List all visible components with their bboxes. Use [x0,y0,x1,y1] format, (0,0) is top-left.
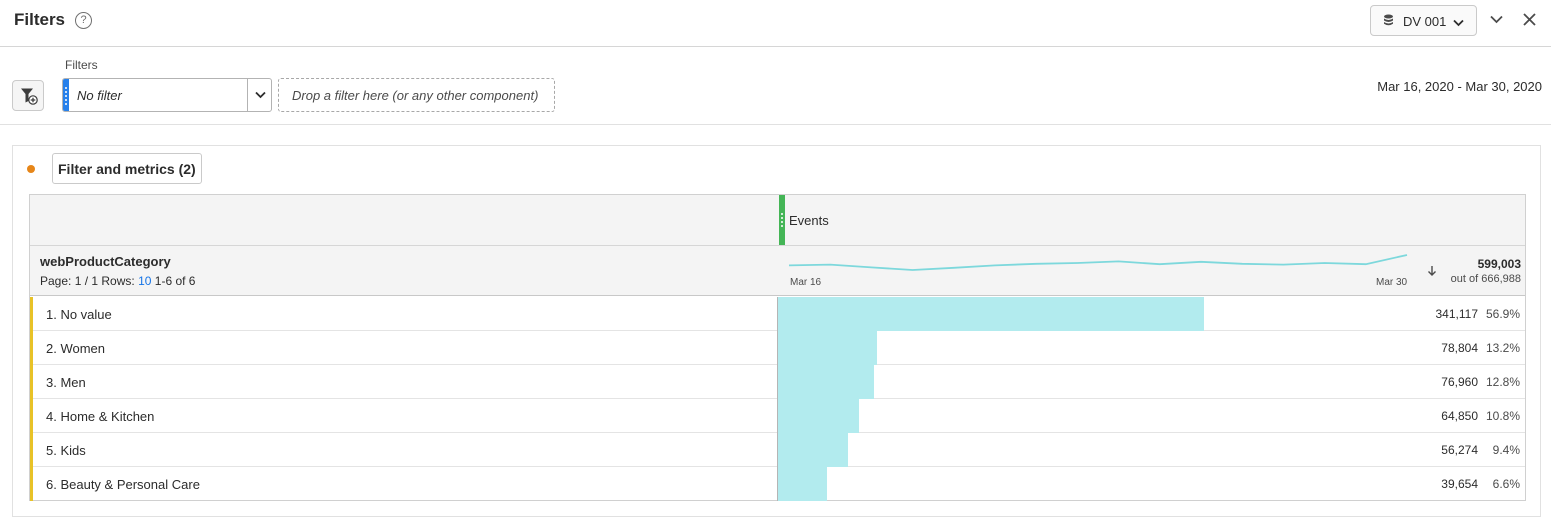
sparkline-end-label: Mar 30 [1376,277,1408,288]
table-row[interactable]: 4. Home & Kitchen 64,850 10.8% [30,399,1525,433]
row-label[interactable]: 3. Men [46,375,86,390]
rows-label: Rows: [101,274,135,288]
page-title: Filters [14,10,66,29]
drag-handle[interactable] [63,79,69,111]
metric-bar [778,297,1204,331]
metric-cell[interactable]: 64,850 10.8% [777,399,1525,433]
panel-header: Filters ? DV 001 [0,0,1551,47]
add-filter-button[interactable] [12,80,44,111]
row-accent [30,365,33,399]
metric-total: 599,003 [1477,257,1521,271]
dimension-header: webProductCategory Page: 1 / 1 Rows: 10 … [30,246,1525,296]
table-row[interactable]: 1. No value 341,117 56.9% [30,297,1525,331]
rows-per-page-link[interactable]: 10 [138,274,151,288]
row-accent [30,399,33,433]
metric-drag-handle[interactable] [779,195,785,245]
row-label[interactable]: 2. Women [46,341,105,356]
row-accent [30,467,33,501]
dataview-selector-button[interactable]: DV 001 [1370,5,1477,36]
metric-cell[interactable]: 76,960 12.8% [777,365,1525,399]
row-label[interactable]: 1. No value [46,307,112,322]
metric-bar [778,399,859,433]
close-icon[interactable] [1522,12,1537,32]
row-label[interactable]: 4. Home & Kitchen [46,409,154,424]
row-accent [30,331,33,365]
metric-bar [778,433,848,467]
collapse-icon[interactable] [1489,12,1504,32]
metric-cell[interactable]: 341,117 56.9% [777,297,1525,331]
metric-percent: 6.6% [1492,477,1520,491]
table-row[interactable]: 5. Kids 56,274 9.4% [30,433,1525,467]
metric-column-header: Events [30,195,1525,246]
metric-name[interactable]: Events [789,213,829,228]
filter-drop-zone[interactable]: Drop a filter here (or any other compone… [278,78,555,112]
pagination-info: Page: 1 / 1 Rows: 10 1-6 of 6 [40,274,195,288]
status-dot [27,165,35,173]
filters-label: Filters [65,58,98,72]
metric-percent: 56.9% [1485,307,1520,321]
sparkline-path [788,254,1408,271]
table-row[interactable]: 2. Women 78,804 13.2% [30,331,1525,365]
metric-value: 341,117 [1435,307,1479,321]
metric-cell[interactable]: 56,274 9.4% [777,433,1525,467]
metric-value: 39,654 [1441,477,1478,491]
panel-title[interactable]: Filter and metrics (2) [52,153,202,184]
filter-add-icon [21,88,38,105]
trend-sparkline [788,254,1408,271]
filter-bar: Filters No filter Drop a filter here (or… [0,47,1551,125]
metric-total-of: out of 666,988 [1450,273,1521,285]
table-row[interactable]: 6. Beauty & Personal Care 39,654 6.6% [30,467,1525,501]
help-icon[interactable]: ? [75,12,92,29]
metric-bar [778,365,874,399]
metric-value: 78,804 [1441,341,1478,355]
date-range[interactable]: Mar 16, 2020 - Mar 30, 2020 [1377,79,1542,94]
metric-value: 64,850 [1441,409,1478,423]
metric-bar [778,467,827,501]
filter-dropdown[interactable]: No filter [62,78,272,112]
range-label: 1-6 of 6 [154,274,196,288]
page-label: Page: 1 / 1 [40,274,99,288]
sparkline-start-label: Mar 16 [790,277,822,288]
sort-descending-icon[interactable] [1427,264,1437,282]
metric-percent: 12.8% [1485,375,1520,389]
metric-bar [778,331,877,365]
metric-percent: 9.4% [1492,443,1520,457]
row-accent [30,433,33,467]
row-accent [30,297,33,331]
table-row[interactable]: 3. Men 76,960 12.8% [30,365,1525,399]
row-label[interactable]: 6. Beauty & Personal Care [46,477,200,492]
dataview-label: DV 001 [1403,14,1447,29]
metric-cell[interactable]: 39,654 6.6% [777,467,1525,501]
metric-value: 76,960 [1441,375,1478,389]
metric-percent: 13.2% [1485,341,1520,355]
chevron-down-icon [255,91,266,99]
row-label[interactable]: 5. Kids [46,443,86,458]
dimension-name[interactable]: webProductCategory [40,254,171,269]
metric-percent: 10.8% [1485,409,1520,423]
database-icon [1383,14,1394,29]
chevron-down-icon [1453,15,1464,30]
freeform-panel: Filter and metrics (2) Events webProduct… [12,145,1541,517]
filter-value: No filter [77,88,122,103]
freeform-table: Events webProductCategory Page: 1 / 1 Ro… [29,194,1526,501]
filter-dropdown-toggle[interactable] [247,79,271,111]
metric-value: 56,274 [1441,443,1478,457]
metric-cell[interactable]: 78,804 13.2% [777,331,1525,365]
